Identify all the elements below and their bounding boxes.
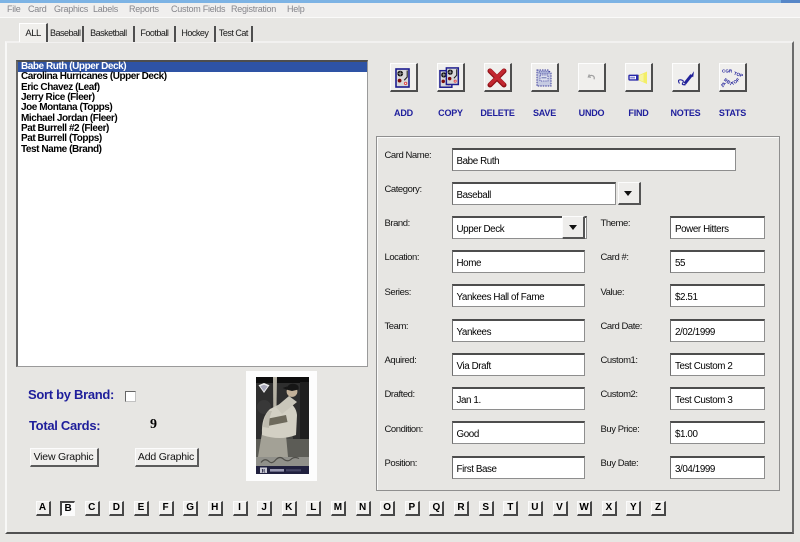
svg-text:TOF: TOF xyxy=(730,77,740,86)
svg-text:CGR: CGR xyxy=(722,69,733,74)
svg-text:TOP: TOP xyxy=(733,71,743,79)
svg-text:R: R xyxy=(262,469,266,475)
